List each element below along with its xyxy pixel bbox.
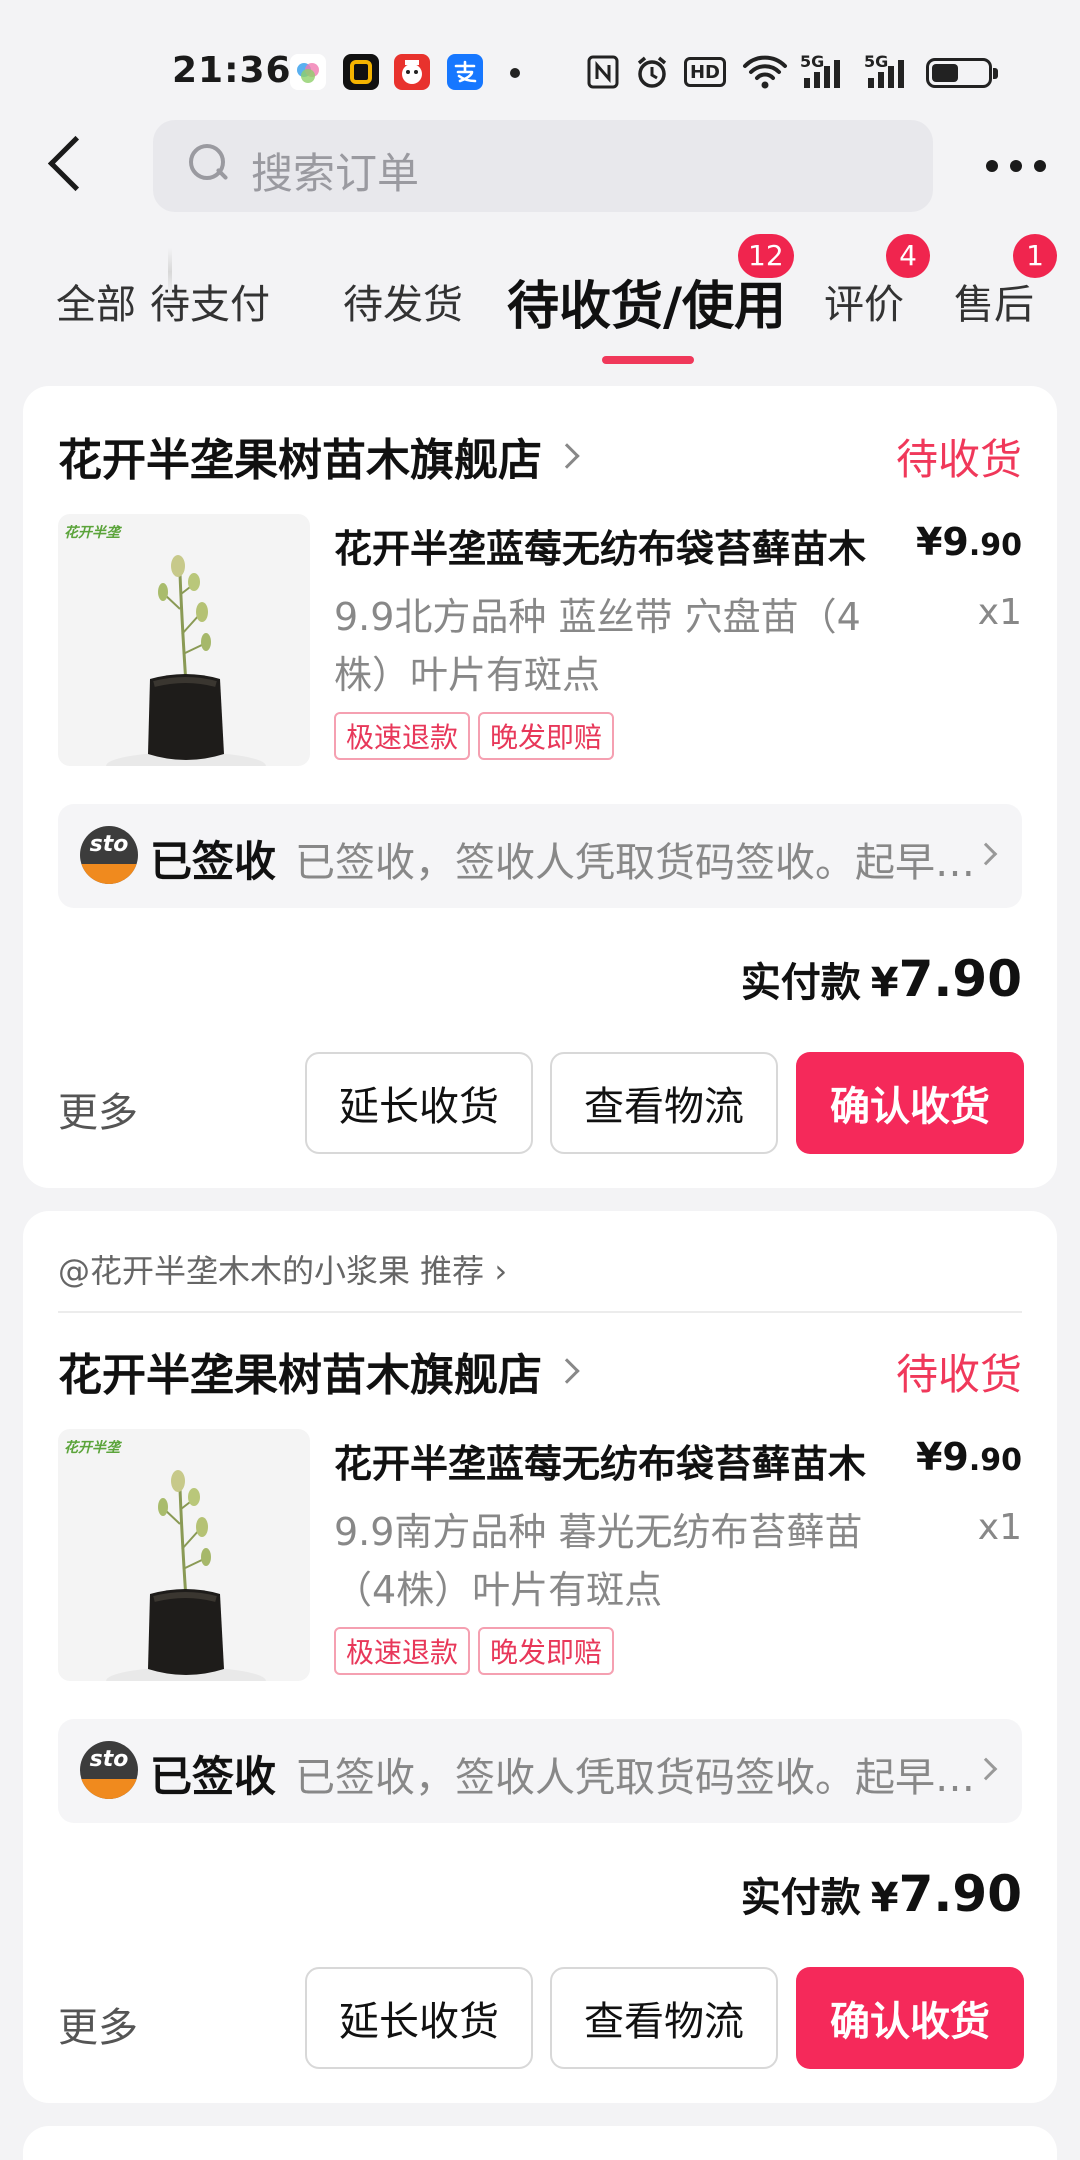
wifi-icon: [742, 54, 788, 90]
tab-review-badge: 4: [886, 234, 930, 278]
alipay-app-icon: [447, 54, 483, 90]
tab-after-sales[interactable]: 售后: [954, 272, 1034, 330]
divider: [58, 1311, 1022, 1313]
product-title[interactable]: 花开半垄蓝莓无纺布袋苔藓苗木: [334, 1433, 890, 1488]
confirm-receipt-button[interactable]: 确认收货: [796, 1967, 1024, 2069]
logistics-status: 已签收: [150, 837, 277, 886]
chevron-right-icon: [974, 1757, 998, 1781]
tab-fade: [168, 248, 172, 296]
service-tag: 极速退款: [334, 1627, 471, 1675]
tab-review[interactable]: 评价: [824, 272, 904, 330]
extend-receipt-button[interactable]: 延长收货: [305, 1967, 533, 2069]
1111-app-icon: [394, 54, 430, 90]
view-logistics-button[interactable]: 查看物流: [550, 1967, 778, 2069]
seedling-illustration: [106, 555, 266, 766]
more-notifications-dot: [510, 68, 520, 78]
product-spec: 9.9南方品种 暮光无纺布苔藓苗（4株）叶片有斑点: [334, 1510, 863, 1612]
tab-all[interactable]: 全部: [56, 272, 136, 330]
confirm-receipt-button[interactable]: 确认收货: [796, 1052, 1024, 1154]
top-bar: 21:36 HD 5G 5G 搜索订单 全部 待支付 待发货 待收货/使用 12…: [0, 0, 1080, 390]
search-icon: [189, 144, 229, 184]
tab-pending-receipt-badge: 12: [738, 234, 794, 278]
status-bar: 21:36 HD 5G 5G: [0, 44, 1080, 104]
tab-pending-shipment[interactable]: 待发货: [343, 272, 463, 330]
logistics-detail: 已签收，签收人凭取货码签收。起早贪黑: [295, 840, 975, 886]
service-tag: 晚发即赔: [478, 1627, 615, 1675]
product-spec: 9.9北方品种 蓝丝带 穴盘苗（4株）叶片有斑点: [334, 595, 861, 697]
logistics-detail: 已签收，签收人凭取货码签收。起早贪黑: [295, 1755, 975, 1801]
search-input[interactable]: 搜索订单: [153, 120, 933, 212]
cloud-app-icon: [290, 54, 326, 90]
hd-icon: HD: [684, 57, 726, 87]
amount-paid-label: 实付款: [740, 960, 861, 1006]
currency-symbol: ¥: [870, 1875, 899, 1921]
seedling-illustration: [106, 1470, 266, 1681]
logistics-row[interactable]: sto 已签收 已签收，签收人凭取货码签收。起早贪黑: [58, 804, 1022, 908]
tab-after-sales-badge: 1: [1013, 234, 1057, 278]
o-app-icon: [343, 54, 379, 90]
more-actions-link[interactable]: 更多: [58, 1995, 138, 2053]
chevron-right-icon: [974, 842, 998, 866]
service-tags: 极速退款 晚发即赔: [334, 1627, 615, 1675]
currency-symbol: ¥: [870, 960, 899, 1006]
amount-paid: 实付款 ¥ 7.90: [741, 1865, 1022, 1923]
search-placeholder: 搜索订单: [251, 149, 420, 198]
sto-express-logo: sto: [80, 1741, 138, 1799]
amount-paid-label: 实付款: [740, 1875, 861, 1921]
extend-receipt-button[interactable]: 延长收货: [305, 1052, 533, 1154]
chevron-right-icon: [554, 1358, 580, 1384]
shop-name: 花开半垄果树苗木旗舰店: [58, 1350, 542, 1401]
order-card-partial: [23, 2126, 1057, 2160]
shop-name-link[interactable]: 花开半垄果树苗木旗舰店: [58, 424, 580, 488]
order-card: 花开半垄果树苗木旗舰店 待收货 花开半垄 花开半垄蓝莓无纺布袋苔藓苗木 ¥9.9…: [23, 386, 1057, 1188]
status-time: 21:36: [172, 50, 292, 91]
battery-icon: [926, 58, 998, 88]
alarm-icon: [634, 54, 670, 90]
order-card: @花开半垄木木的小浆果 推荐 › 花开半垄果树苗木旗舰店 待收货 花开半垄 花开…: [23, 1211, 1057, 2103]
recommender-link[interactable]: @花开半垄木木的小浆果 推荐 ›: [58, 1246, 507, 1292]
shop-name-link[interactable]: 花开半垄果树苗木旗舰店: [58, 1339, 580, 1403]
service-tags: 极速退款 晚发即赔: [334, 712, 615, 760]
back-button[interactable]: [40, 132, 96, 202]
logistics-row[interactable]: sto 已签收 已签收，签收人凭取货码签收。起早贪黑: [58, 1719, 1022, 1823]
shop-name: 花开半垄果树苗木旗舰店: [58, 435, 542, 486]
5g-signal-icon: 5G: [800, 52, 848, 90]
more-actions-link[interactable]: 更多: [58, 1080, 138, 1138]
service-tag: 晚发即赔: [478, 712, 615, 760]
order-status: 待收货: [895, 1350, 1022, 1399]
nfc-icon: [586, 54, 620, 90]
product-quantity: x1: [977, 1507, 1022, 1548]
amount-paid-value: 7.90: [898, 1865, 1022, 1923]
amount-paid-value: 7.90: [898, 950, 1022, 1008]
5g-signal-icon-2: 5G: [864, 52, 912, 90]
product-quantity: x1: [977, 592, 1022, 633]
product-image[interactable]: 花开半垄: [58, 514, 310, 766]
product-image[interactable]: 花开半垄: [58, 1429, 310, 1681]
chevron-right-icon: [554, 443, 580, 469]
product-price: ¥9.90: [915, 520, 1022, 564]
sto-express-logo: sto: [80, 826, 138, 884]
more-options-icon[interactable]: [986, 160, 1046, 174]
service-tag: 极速退款: [334, 712, 471, 760]
view-logistics-button[interactable]: 查看物流: [550, 1052, 778, 1154]
active-tab-indicator: [602, 356, 694, 364]
order-status: 待收货: [895, 435, 1022, 484]
amount-paid: 实付款 ¥ 7.90: [741, 950, 1022, 1008]
product-price: ¥9.90: [915, 1435, 1022, 1479]
logistics-status: 已签收: [150, 1752, 277, 1801]
product-title[interactable]: 花开半垄蓝莓无纺布袋苔藓苗木: [334, 518, 890, 573]
tab-pending-receipt[interactable]: 待收货/使用: [507, 264, 786, 339]
